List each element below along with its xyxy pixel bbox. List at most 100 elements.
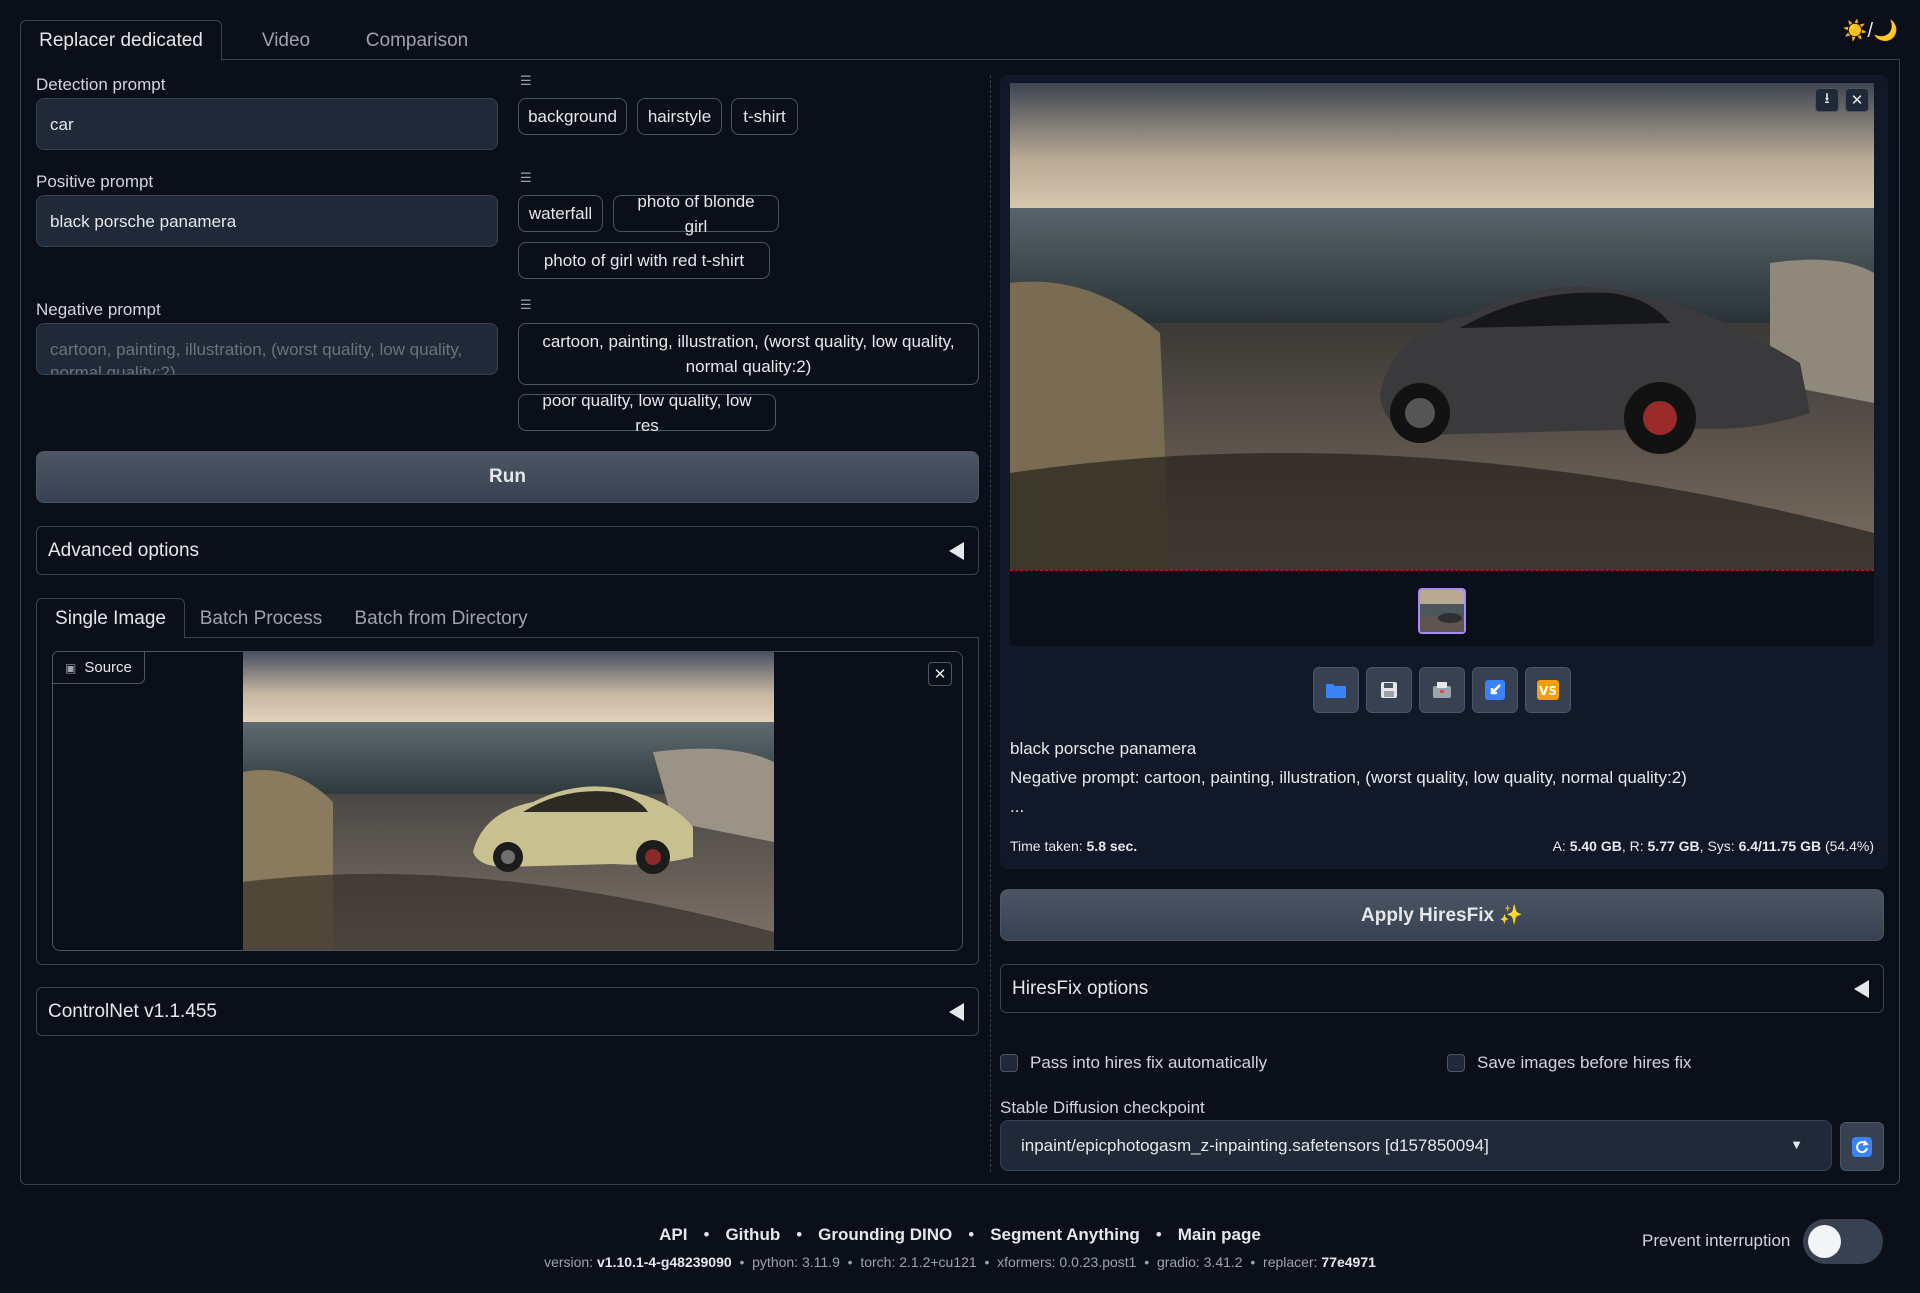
- detection-example-background[interactable]: background: [518, 98, 627, 135]
- folder-icon[interactable]: [1313, 667, 1359, 713]
- gradio-label: gradio:: [1156, 1254, 1200, 1270]
- tab-single-image[interactable]: Single Image: [36, 598, 185, 639]
- save-icon[interactable]: [1366, 667, 1412, 713]
- info-ellipsis: ...: [1010, 797, 1025, 816]
- vs-icon[interactable]: VS: [1525, 667, 1571, 713]
- controlnet-accordion[interactable]: ControlNet v1.1.455: [36, 987, 979, 1036]
- list-icon: ☰: [520, 73, 532, 88]
- source-label: ▣ Source: [52, 651, 145, 684]
- prevent-interruption-toggle[interactable]: [1803, 1219, 1883, 1264]
- detection-example-hairstyle[interactable]: hairstyle: [637, 98, 722, 135]
- zip-icon[interactable]: [1419, 667, 1465, 713]
- tab-batch-from-directory[interactable]: Batch from Directory: [336, 598, 546, 639]
- negative-example-1[interactable]: cartoon, painting, illustration, (worst …: [518, 323, 979, 385]
- send-icon[interactable]: [1472, 667, 1518, 713]
- mem-sys-label: Sys:: [1707, 838, 1735, 854]
- time-taken: Time taken: 5.8 sec.: [1010, 838, 1137, 854]
- thumbnail-image: [1420, 590, 1464, 632]
- advanced-options-label: Advanced options: [48, 539, 200, 561]
- replacer-label: replacer:: [1263, 1254, 1318, 1270]
- apply-hiresfix-button[interactable]: Apply HiresFix ✨: [1000, 889, 1884, 941]
- list-icon: ☰: [520, 170, 532, 185]
- positive-example-red-tshirt[interactable]: photo of girl with red t-shirt: [518, 242, 770, 279]
- svg-text:VS: VS: [1539, 684, 1557, 698]
- info-prompt: black porsche panamera: [1010, 739, 1197, 758]
- footer-link-grounding-dino[interactable]: Grounding DINO: [818, 1225, 952, 1244]
- run-button[interactable]: Run: [36, 451, 979, 503]
- detection-prompt-input[interactable]: car: [36, 98, 498, 150]
- save-before-hires-checkbox[interactable]: [1447, 1054, 1465, 1072]
- output-image[interactable]: [1010, 83, 1874, 571]
- hiresfix-options-accordion[interactable]: HiresFix options: [1000, 964, 1884, 1013]
- top-tab-bar: Replacer dedicated Video Comparison: [20, 20, 1900, 61]
- tab-video[interactable]: Video: [226, 20, 346, 61]
- download-icon[interactable]: ⭳: [1815, 88, 1839, 112]
- column-divider: [990, 75, 991, 1172]
- pass-hires-label: Pass into hires fix automatically: [1030, 1053, 1268, 1072]
- footer-link-api[interactable]: API: [659, 1225, 687, 1244]
- time-taken-label: Time taken:: [1010, 838, 1083, 854]
- footer-separator: •: [968, 1225, 975, 1244]
- hiresfix-options-label: HiresFix options: [1012, 977, 1149, 999]
- mem-r-value: 5.77 GB: [1647, 838, 1700, 854]
- mem-sys-value: 6.4/11.75 GB: [1738, 838, 1822, 854]
- footer-link-segment-anything[interactable]: Segment Anything: [990, 1225, 1140, 1244]
- mem-r-label: R:: [1629, 838, 1644, 854]
- detection-prompt-label: Detection prompt: [36, 75, 166, 94]
- positive-prompt-label: Positive prompt: [36, 172, 154, 191]
- tab-comparison[interactable]: Comparison: [342, 20, 492, 61]
- mem-a-value: 5.40 GB: [1569, 838, 1622, 854]
- theme-toggle-button[interactable]: ☀️/🌙: [1843, 18, 1898, 43]
- python-value: 3.11.9: [801, 1254, 840, 1270]
- footer-separator: •: [1155, 1225, 1162, 1244]
- version-value: v1.10.1-4-g48239090: [597, 1254, 732, 1270]
- list-icon: ☰: [520, 297, 532, 312]
- replacer-value: 77e4971: [1321, 1254, 1376, 1270]
- positive-prompt-input[interactable]: black porsche panamera: [36, 195, 498, 247]
- time-taken-value: 5.8 sec.: [1086, 838, 1138, 854]
- output-car-image: [1010, 83, 1874, 570]
- info-negative-prompt: Negative prompt: cartoon, painting, illu…: [1010, 768, 1687, 787]
- gradio-value: 3.41.2: [1203, 1254, 1243, 1270]
- prevent-interruption-label: Prevent interruption: [1642, 1231, 1791, 1250]
- negative-prompt-input[interactable]: cartoon, painting, illustration, (worst …: [36, 323, 498, 375]
- version-label: version:: [544, 1254, 594, 1270]
- source-image-input[interactable]: [52, 651, 963, 951]
- python-label: python:: [752, 1254, 799, 1270]
- xformers-label: xformers:: [997, 1254, 1056, 1270]
- memory-stats: A: 5.40 GB, R: 5.77 GB, Sys: 6.4/11.75 G…: [1552, 838, 1874, 854]
- checkpoint-label: Stable Diffusion checkpoint: [1000, 1098, 1205, 1117]
- mem-a-label: A:: [1552, 838, 1566, 854]
- positive-example-blonde-girl[interactable]: photo of blonde girl: [613, 192, 779, 236]
- negative-prompt-label: Negative prompt: [36, 300, 161, 319]
- torch-value: 2.1.2+cu121: [899, 1254, 977, 1270]
- collapse-triangle-icon: [1854, 979, 1869, 998]
- tab-replacer-dedicated[interactable]: Replacer dedicated: [20, 20, 222, 61]
- input-mode-tab-bar: Single Image Batch Process Batch from Di…: [36, 598, 979, 639]
- positive-example-waterfall[interactable]: waterfall: [518, 195, 603, 232]
- pass-hires-checkbox[interactable]: [1000, 1054, 1018, 1072]
- caret-down-icon: ▼: [1790, 1137, 1803, 1152]
- footer-separator: •: [703, 1225, 710, 1244]
- footer-link-main-page[interactable]: Main page: [1178, 1225, 1261, 1244]
- source-car-image: [53, 652, 962, 950]
- footer-version-info: version: v1.10.1-4-g48239090 • python: 3…: [544, 1254, 1376, 1270]
- collapse-triangle-icon: [949, 1002, 964, 1021]
- close-icon[interactable]: ✕: [1845, 88, 1869, 112]
- gallery-thumbnail[interactable]: [1418, 588, 1466, 634]
- refresh-icon[interactable]: [1840, 1122, 1884, 1171]
- footer-link-github[interactable]: Github: [725, 1225, 780, 1244]
- save-before-hires-label: Save images before hires fix: [1477, 1053, 1692, 1072]
- image-icon: ▣: [65, 660, 77, 675]
- tab-batch-process[interactable]: Batch Process: [186, 598, 336, 639]
- close-icon[interactable]: ✕: [928, 662, 952, 686]
- detection-example-tshirt[interactable]: t-shirt: [731, 98, 798, 135]
- controlnet-label: ControlNet v1.1.455: [48, 1000, 217, 1022]
- generation-info: black porsche panamera Negative prompt: …: [1010, 734, 1870, 821]
- checkpoint-value: inpaint/epicphotogasm_z-inpainting.safet…: [1021, 1135, 1489, 1155]
- footer-separator: •: [796, 1225, 803, 1244]
- checkpoint-select[interactable]: inpaint/epicphotogasm_z-inpainting.safet…: [1000, 1120, 1832, 1171]
- torch-label: torch:: [860, 1254, 896, 1270]
- negative-example-2[interactable]: poor quality, low quality, low res: [518, 391, 776, 435]
- advanced-options-accordion[interactable]: Advanced options: [36, 526, 979, 575]
